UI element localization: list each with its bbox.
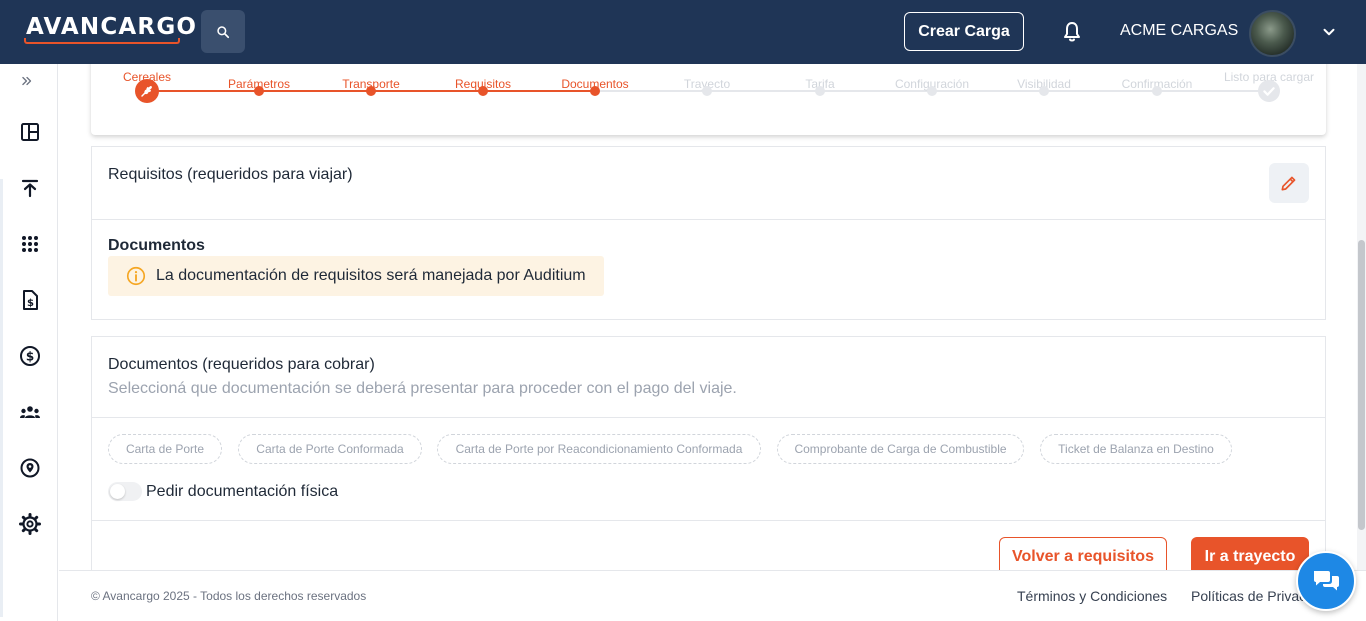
dashboard-icon <box>21 123 39 141</box>
chevron-down-icon <box>1323 28 1335 36</box>
step-current-marker <box>135 79 159 103</box>
doc-chip-ticket-balanza[interactable]: Ticket de Balanza en Destino <box>1040 434 1232 464</box>
logo-underline <box>24 38 180 44</box>
payment-documents-card: Documentos (requeridos para cobrar) Sele… <box>91 336 1326 570</box>
chat-icon <box>1314 571 1339 591</box>
requirements-documents-section: Documentos La documentación de requisito… <box>91 219 1326 320</box>
gear-icon <box>19 513 41 535</box>
payment-documents-title: Documentos (requeridos para cobrar) <box>108 356 375 373</box>
check-icon <box>1263 87 1275 96</box>
expand-sidebar-button[interactable] <box>20 74 34 93</box>
top-bar: AVANCARGO Crear Carga ACME CARGAS <box>0 0 1366 64</box>
back-to-requirements-button[interactable]: Volver a requisitos <box>999 537 1167 570</box>
apps-grid-icon <box>22 236 38 252</box>
info-message: La documentación de requisitos será mane… <box>156 267 586 284</box>
physical-docs-toggle[interactable] <box>108 482 142 501</box>
search-icon <box>217 25 230 38</box>
requirements-card-header: Requisitos (requeridos para viajar) <box>91 146 1326 220</box>
brand-logo[interactable]: AVANCARGO <box>26 14 197 40</box>
sidebar-item-locations[interactable] <box>18 456 42 480</box>
sidebar-item-invoices[interactable]: $ <box>18 288 42 312</box>
sidebar-item-upload[interactable] <box>18 176 42 200</box>
info-banner: La documentación de requisitos será mane… <box>108 256 604 296</box>
search-button[interactable] <box>201 10 245 53</box>
invoice-icon: $ <box>23 290 38 310</box>
main-content: Cereales Parámetros Transporte Requisito… <box>59 64 1357 570</box>
doc-chip-reacondicionamiento[interactable]: Carta de Porte por Reacondicionamiento C… <box>437 434 761 464</box>
double-chevron-right-icon <box>22 76 32 86</box>
divider <box>92 520 1325 521</box>
sidebar-item-apps[interactable] <box>18 232 42 256</box>
create-load-button[interactable]: Crear Carga <box>904 12 1024 51</box>
copyright-text: © Avancargo 2025 - Todos los derechos re… <box>91 589 367 603</box>
scrollbar-thumb[interactable] <box>1358 240 1365 530</box>
chat-button[interactable] <box>1296 551 1356 611</box>
svg-text:$: $ <box>26 350 34 364</box>
upload-icon <box>21 179 39 198</box>
groups-icon <box>20 406 40 418</box>
sidebar-item-payments[interactable]: $ <box>18 344 42 368</box>
dollar-circle-icon: $ <box>20 346 40 366</box>
user-avatar[interactable] <box>1249 10 1296 57</box>
bell-icon <box>1064 22 1080 42</box>
doc-chip-carta-de-porte-conformada[interactable]: Carta de Porte Conformada <box>238 434 422 464</box>
toggle-knob <box>110 484 125 499</box>
notifications-button[interactable] <box>1060 20 1084 44</box>
documents-heading: Documentos <box>108 237 205 254</box>
go-to-route-button[interactable]: Ir a trayecto <box>1191 537 1309 570</box>
info-icon <box>126 266 146 286</box>
company-name: ACME CARGAS <box>1120 22 1239 39</box>
requirements-title: Requisitos (requeridos para viajar) <box>108 166 353 183</box>
sidebar: $ $ <box>0 64 58 621</box>
sidebar-item-dashboard[interactable] <box>18 120 42 144</box>
payment-documents-subtitle: Seleccioná que documentación se deberá p… <box>108 380 737 397</box>
doc-chip-carta-de-porte[interactable]: Carta de Porte <box>108 434 222 464</box>
privacy-link[interactable]: Políticas de Privacidad <box>1191 588 1303 604</box>
physical-docs-label: Pedir documentación física <box>146 483 339 500</box>
divider <box>92 417 1325 418</box>
terms-link[interactable]: Términos y Condiciones <box>1017 588 1167 604</box>
sidebar-item-settings[interactable] <box>18 512 42 536</box>
sidebar-accent-bar <box>0 179 3 617</box>
step-final-marker <box>1258 80 1280 102</box>
wheat-icon <box>141 86 152 97</box>
svg-text:$: $ <box>27 298 34 309</box>
edit-requirements-button[interactable] <box>1269 163 1309 203</box>
user-menu-toggle[interactable] <box>1320 23 1338 41</box>
doc-chip-combustible[interactable]: Comprobante de Carga de Combustible <box>777 434 1024 464</box>
pencil-icon <box>1281 176 1296 191</box>
location-pin-icon <box>20 458 40 478</box>
footer: © Avancargo 2025 - Todos los derechos re… <box>59 570 1366 621</box>
sidebar-item-groups[interactable] <box>18 400 42 424</box>
progress-stepper: Cereales Parámetros Transporte Requisito… <box>91 64 1326 135</box>
